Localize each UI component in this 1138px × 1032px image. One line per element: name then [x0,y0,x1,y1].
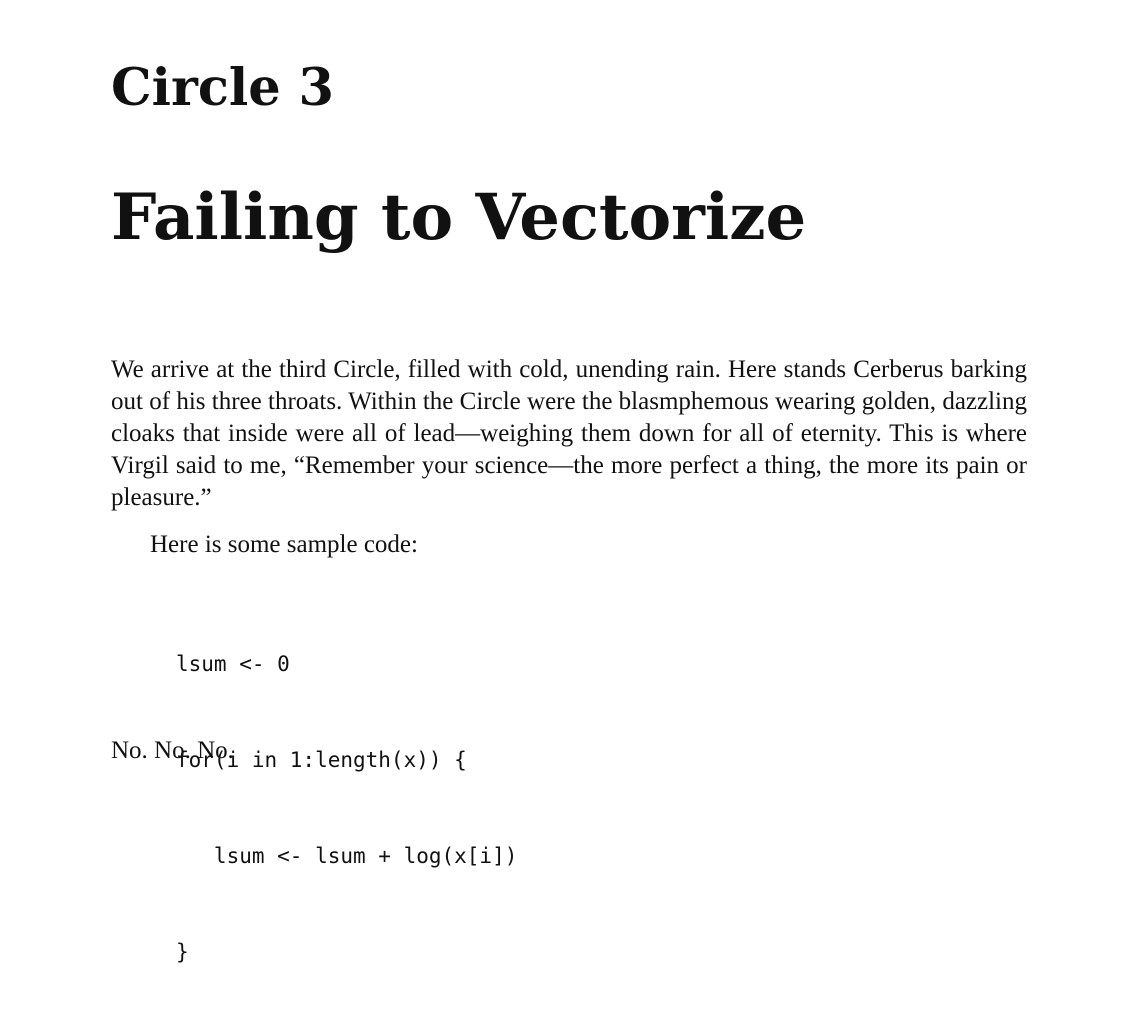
code-block: lsum <- 0 for(i in 1:length(x)) { lsum <… [176,584,517,1032]
document-page: Circle 3 Failing to Vectorize We arrive … [111,0,1027,964]
chapter-label: Circle 3 [111,58,334,118]
cutoff-next-line [150,762,1027,772]
code-line: lsum <- lsum + log(x[i]) [176,844,518,868]
chapter-title: Failing to Vectorize [111,180,807,255]
code-intro-text: Here is some sample code: [150,531,418,558]
code-line: lsum <- 0 [176,652,290,676]
code-line: } [176,940,189,964]
body-paragraph: We arrive at the third Circle, filled wi… [111,356,1027,511]
